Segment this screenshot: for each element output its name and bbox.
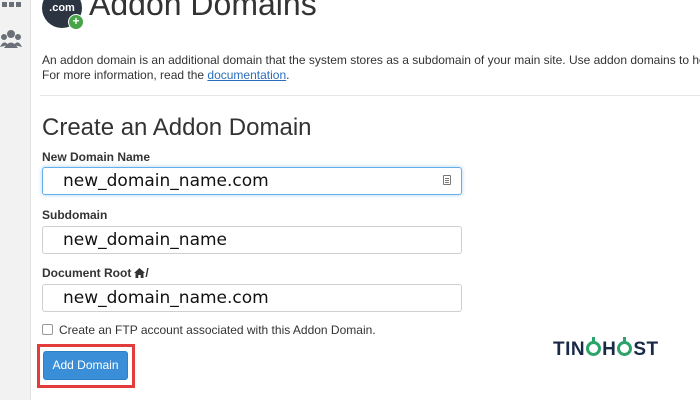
document-root-label: Document Root / xyxy=(42,266,149,281)
new-domain-input[interactable]: new_domain_name.com xyxy=(42,167,462,195)
plus-badge-icon: + xyxy=(68,14,84,30)
tinohost-watermark: TIN H ST xyxy=(553,337,659,360)
section-title: Create an Addon Domain xyxy=(42,114,312,141)
subdomain-input[interactable]: new_domain_name xyxy=(42,226,462,254)
ftp-checkbox-label: Create an FTP account associated with th… xyxy=(59,323,376,337)
ftp-checkbox[interactable] xyxy=(42,324,53,335)
divider xyxy=(40,95,700,96)
users-icon[interactable] xyxy=(0,28,22,52)
grid-icon[interactable] xyxy=(0,0,22,10)
subdomain-label: Subdomain xyxy=(42,208,108,222)
home-icon xyxy=(134,267,146,281)
ftp-checkbox-row[interactable]: Create an FTP account associated with th… xyxy=(42,323,376,337)
document-root-input[interactable]: new_domain_name.com xyxy=(42,284,462,312)
page-description: An addon domain is an additional domain … xyxy=(42,53,700,83)
add-domain-button[interactable]: Add Domain xyxy=(43,351,128,380)
autofill-icon[interactable] xyxy=(443,175,451,185)
power-icon xyxy=(617,337,633,356)
description-line-1: An addon domain is an additional domain … xyxy=(42,53,700,67)
power-icon xyxy=(586,337,602,356)
com-domain-icon: .com + xyxy=(42,0,84,30)
page-title: Addon Domains xyxy=(89,0,317,22)
left-sidebar xyxy=(0,0,31,400)
new-domain-label: New Domain Name xyxy=(42,150,151,164)
description-line-2: For more information, read the documenta… xyxy=(42,68,290,82)
documentation-link[interactable]: documentation xyxy=(207,68,286,82)
